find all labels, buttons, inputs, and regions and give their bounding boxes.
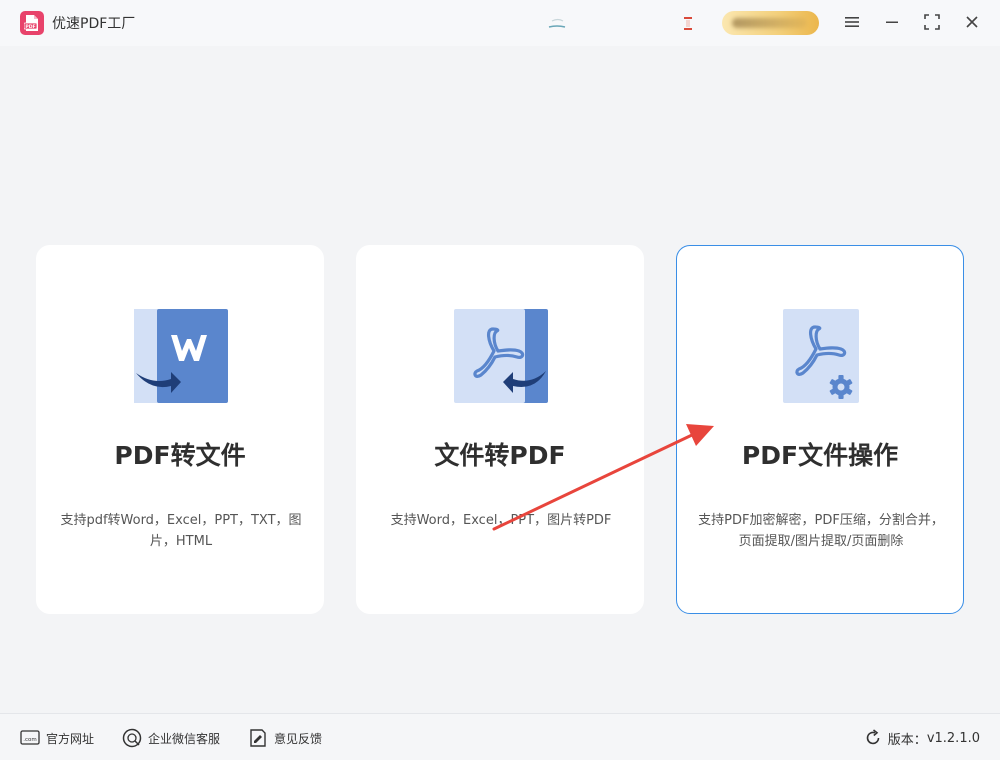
minimize-button[interactable] (881, 11, 903, 33)
version-info[interactable]: 版本： v1.2.1.0 (864, 728, 980, 748)
card-title: PDF转文件 (114, 441, 246, 470)
card-description: 支持Word，Excel，PPT，图片转PDF (390, 513, 612, 528)
card-title: 文件转PDF (434, 441, 566, 470)
svg-text:PDF: PDF (25, 24, 35, 30)
app-title: 优速PDF工厂 (52, 16, 136, 32)
close-icon (966, 16, 978, 28)
version-label: 版本： (887, 732, 927, 748)
file-to-pdf-card[interactable]: 文件转PDF 支持Word，Excel，PPT，图片转PDF (356, 245, 644, 614)
wechat-service-icon (122, 728, 142, 748)
vip-membership-button[interactable] (722, 11, 819, 35)
pdf-operations-card[interactable]: PDF文件操作 支持PDF加密解密，PDF压缩，分割合并，页面提取/图片提取/页… (676, 245, 964, 614)
notification-icon[interactable] (680, 14, 696, 32)
official-website-link[interactable]: .com 官方网址 (20, 728, 94, 748)
website-icon: .com (20, 728, 40, 748)
card-description: 支持PDF加密解密，PDF压缩，分割合并，页面提取/图片提取/页面删除 (698, 513, 944, 549)
svg-text:.com: .com (23, 737, 37, 743)
title-bar: PDF 优速PDF工厂 (0, 0, 1000, 46)
minimize-icon (886, 21, 898, 23)
pdf-settings-icon (783, 309, 859, 403)
card-title: PDF文件操作 (741, 441, 899, 470)
feedback-link[interactable]: 意见反馈 (248, 728, 322, 748)
refresh-icon (866, 729, 880, 745)
feedback-label: 意见反馈 (274, 731, 323, 746)
file-to-pdf-icon (454, 309, 548, 403)
official-website-label: 官方网址 (46, 731, 95, 746)
app-logo-icon: PDF (20, 11, 44, 35)
status-glyph-icon (548, 18, 566, 28)
wechat-service-label: 企业微信客服 (148, 731, 221, 746)
maximize-icon (924, 14, 940, 30)
footer-bar: .com 官方网址 企业微信客服 意见反馈 版本： v1.2.1.0 (0, 713, 1000, 760)
menu-icon (845, 17, 859, 27)
pdf-to-word-icon (134, 309, 228, 403)
close-button[interactable] (961, 11, 983, 33)
feedback-icon (248, 728, 268, 748)
pdf-to-file-card[interactable]: PDF转文件 支持pdf转Word，Excel，PPT，TXT，图片，HTML (36, 245, 324, 614)
maximize-button[interactable] (921, 11, 943, 33)
menu-button[interactable] (841, 11, 863, 33)
version-number: v1.2.1.0 (926, 730, 980, 746)
wechat-service-link[interactable]: 企业微信客服 (122, 728, 220, 748)
card-description: 支持pdf转Word，Excel，PPT，TXT，图片，HTML (60, 513, 302, 549)
